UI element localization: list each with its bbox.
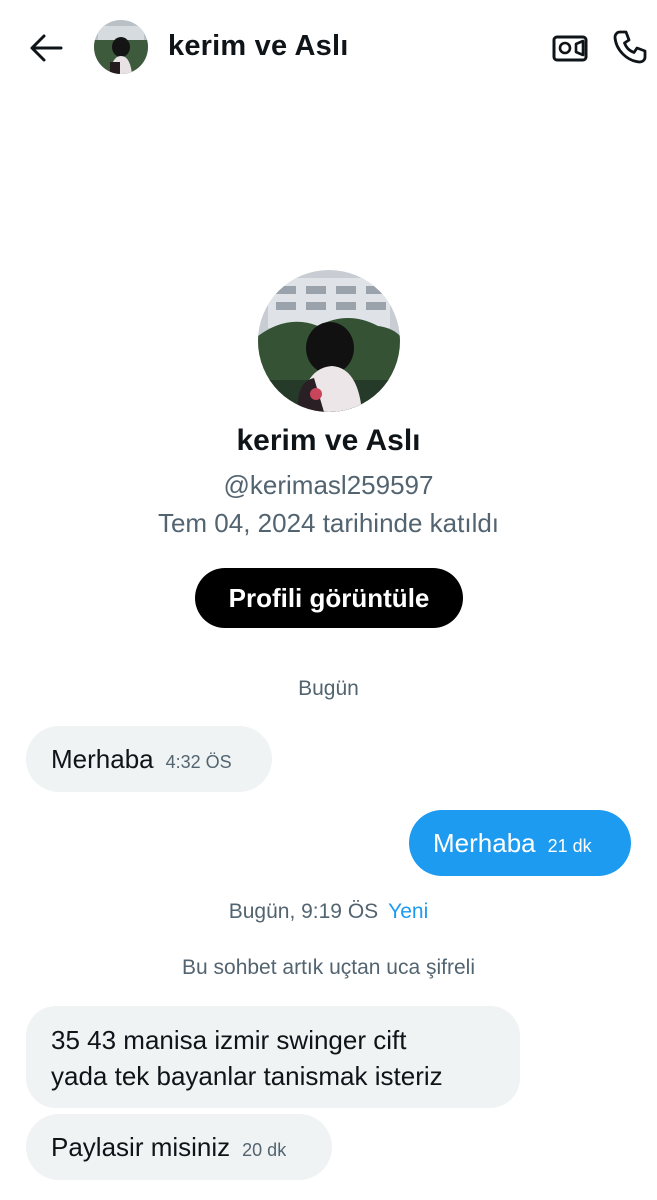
video-camera-icon <box>552 35 588 62</box>
arrow-left-icon <box>30 34 63 62</box>
message-time: 4:32 ÖS <box>165 752 232 772</box>
avatar-photo <box>94 20 148 74</box>
message-time: 21 dk <box>547 836 592 856</box>
time-separator: Bugün, 9:19 ÖS Yeni <box>0 900 657 924</box>
message-text: Paylasir misiniz <box>51 1132 231 1162</box>
message-text-line: 35 43 manisa izmir swinger cift <box>51 1025 407 1055</box>
header-avatar[interactable] <box>94 20 148 74</box>
profile-name: kerim ve Aslı <box>236 424 421 457</box>
separator-time: Bugün, 9:19 ÖS <box>228 900 379 923</box>
top-bar: kerim ve Aslı <box>0 0 657 96</box>
new-messages-label: Yeni <box>388 900 429 923</box>
day-separator: Bugün <box>298 677 359 700</box>
message-text: Merhaba <box>51 744 154 774</box>
message-time: 20 dk <box>242 1140 287 1160</box>
profile-avatar[interactable] <box>258 270 400 412</box>
profile-handle: @kerimasl259597 <box>223 470 434 500</box>
encryption-notice: Bu sohbet artık uçtan uca şifreli <box>182 956 475 979</box>
chat-title[interactable]: kerim ve Aslı <box>168 30 348 63</box>
back-button[interactable] <box>26 28 66 68</box>
message-text: Merhaba <box>433 828 536 858</box>
view-profile-button[interactable]: Profili görüntüle <box>195 568 463 628</box>
profile-photo <box>258 270 400 412</box>
voice-call-button[interactable] <box>610 26 650 68</box>
video-call-button[interactable] <box>550 28 590 68</box>
profile-joined-date: Tem 04, 2024 tarihinde katıldı <box>157 508 500 538</box>
message-bubble-outgoing[interactable]: Merhaba 21 dk <box>409 810 631 876</box>
message-text-line: yada tek bayanlar tanismak isteriz <box>51 1061 443 1091</box>
message-bubble-incoming[interactable]: 35 43 manisa izmir swinger cift yada tek… <box>26 1006 520 1108</box>
phone-icon <box>613 30 647 64</box>
message-bubble-incoming[interactable]: Merhaba 4:32 ÖS <box>26 726 272 792</box>
message-bubble-incoming[interactable]: Paylasir misiniz 20 dk <box>26 1114 332 1180</box>
